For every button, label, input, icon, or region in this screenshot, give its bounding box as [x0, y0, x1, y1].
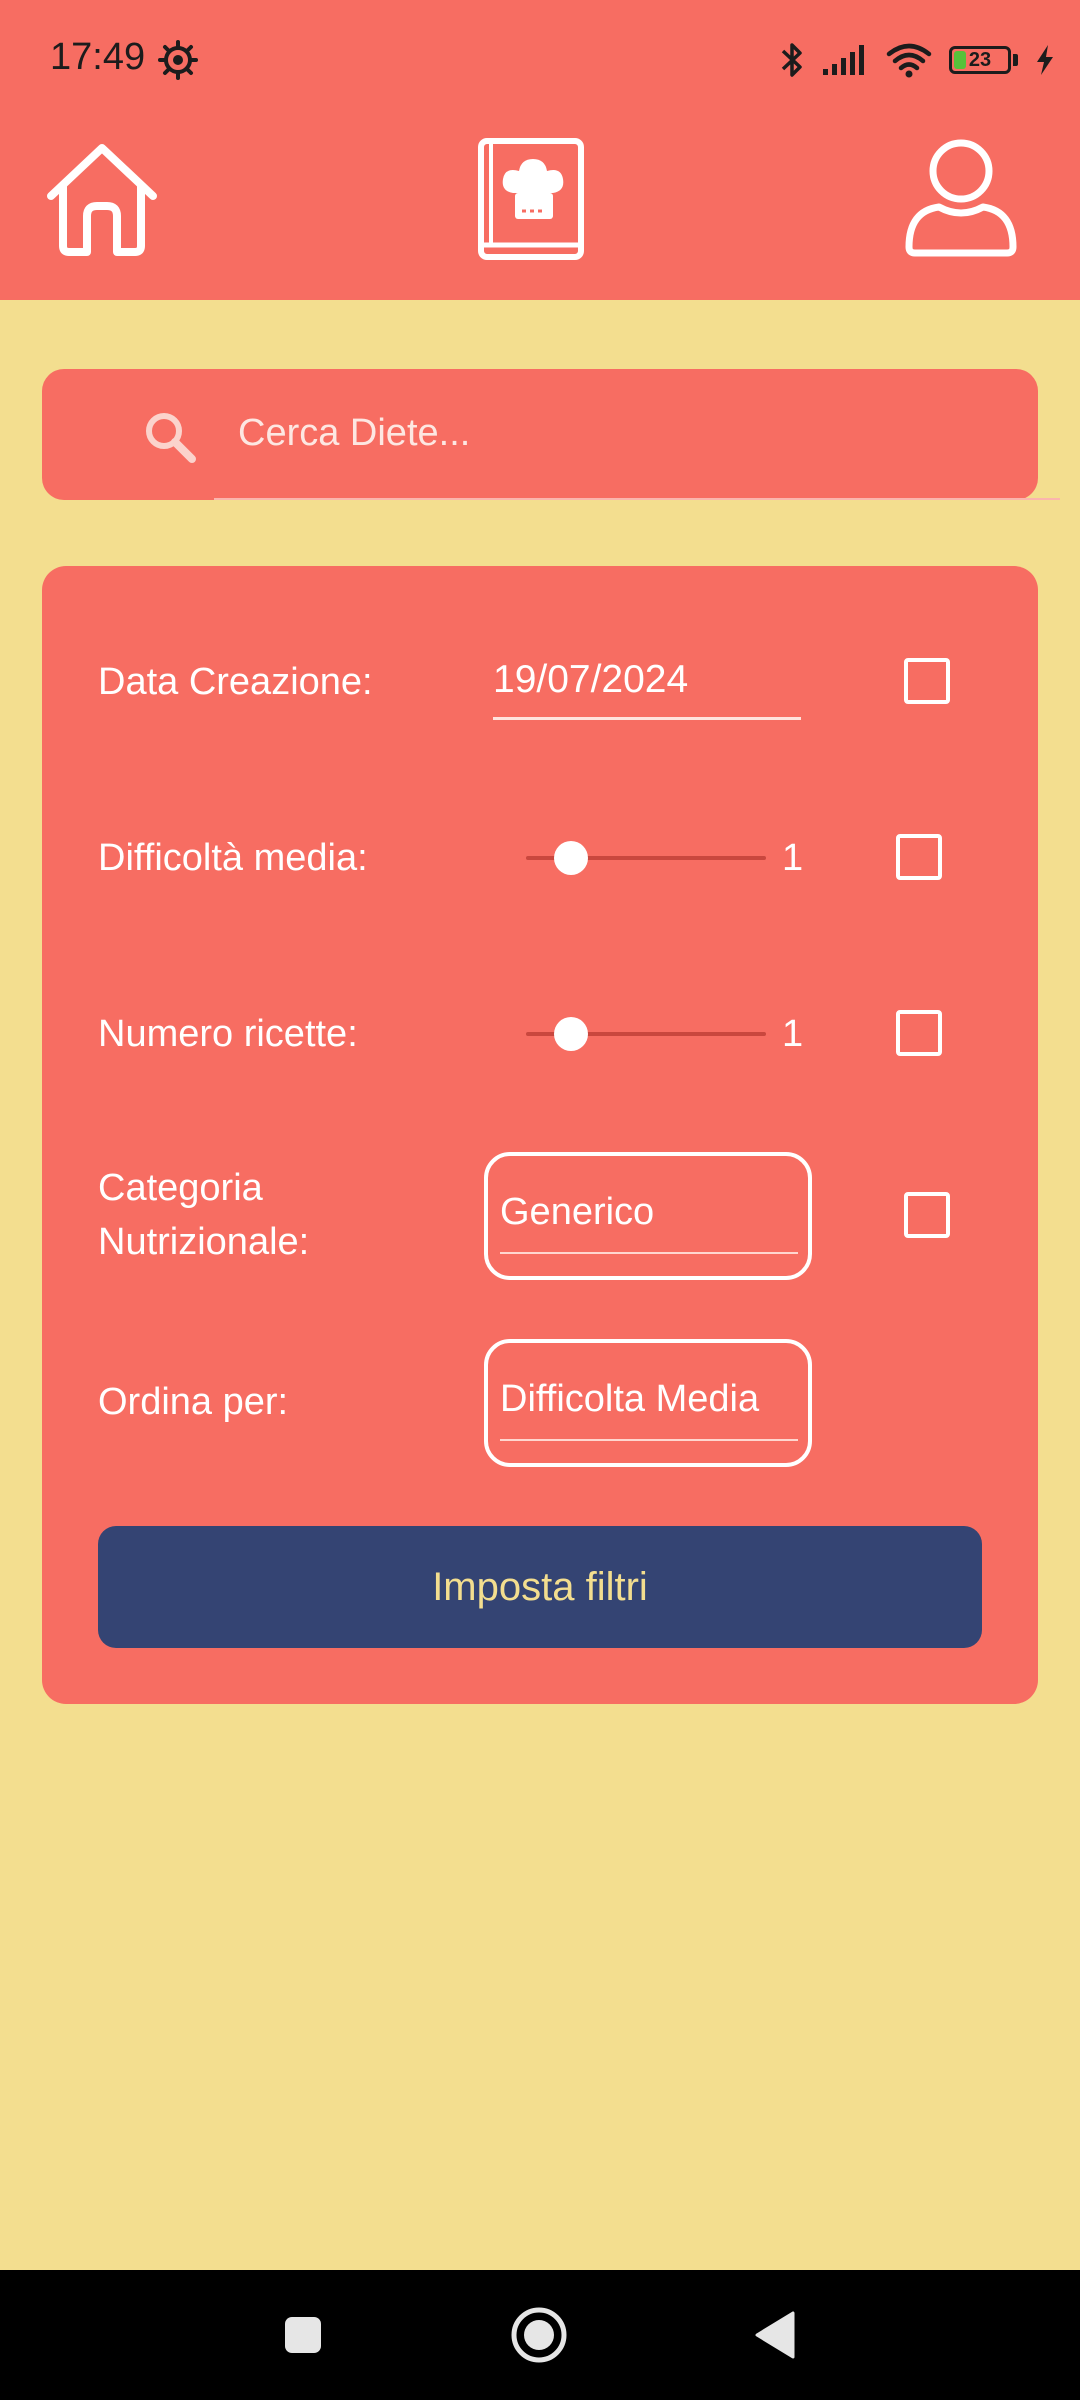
- recipe-book-button[interactable]: [466, 134, 596, 264]
- imposta-filtri-button[interactable]: Imposta filtri: [98, 1526, 982, 1648]
- settings-icon: [158, 40, 198, 80]
- data-creazione-label: Data Creazione:: [98, 661, 373, 703]
- user-icon: [905, 139, 1017, 257]
- numero-ricette-slider-thumb[interactable]: [554, 1017, 588, 1051]
- battery-fill: [954, 51, 966, 69]
- filter-card: Data Creazione: 19/07/2024 Difficoltà me…: [42, 566, 1038, 1704]
- wifi-icon: [886, 43, 932, 78]
- profile-button[interactable]: [896, 134, 1026, 264]
- back-icon: [755, 2311, 795, 2359]
- home-circle-icon: [511, 2307, 567, 2363]
- categoria-nutrizionale-underline: [500, 1252, 798, 1254]
- search-icon: [146, 413, 196, 463]
- nav-header: [0, 120, 1080, 300]
- status-time: 17:49: [50, 36, 146, 78]
- ordina-per-underline: [500, 1439, 798, 1441]
- difficolta-media-slider-thumb[interactable]: [554, 841, 588, 875]
- data-creazione-checkbox[interactable]: [904, 658, 950, 704]
- numero-ricette-label: Numero ricette:: [98, 1013, 358, 1055]
- home-button[interactable]: [37, 134, 167, 264]
- recents-icon: [285, 2317, 321, 2353]
- battery-icon: 23: [949, 46, 1011, 74]
- ordina-per-select[interactable]: Difficolta Media: [484, 1339, 812, 1467]
- categoria-nutrizionale-checkbox[interactable]: [904, 1192, 950, 1238]
- recipe-book-icon: [478, 138, 584, 260]
- back-button[interactable]: [740, 2300, 810, 2370]
- numero-ricette-value: 1: [782, 1013, 804, 1055]
- battery-tip: [1013, 54, 1018, 66]
- categoria-nutrizionale-label-line1: Categoria: [98, 1167, 263, 1209]
- charging-icon: [1037, 45, 1053, 75]
- difficolta-media-checkbox[interactable]: [896, 834, 942, 880]
- data-creazione-field[interactable]: 19/07/2024: [493, 654, 688, 706]
- status-icons: 23: [763, 36, 1056, 84]
- home-icon: [47, 144, 157, 256]
- difficolta-media-value: 1: [782, 837, 804, 879]
- battery-level: 23: [968, 48, 992, 71]
- numero-ricette-checkbox[interactable]: [896, 1010, 942, 1056]
- numero-ricette-slider[interactable]: [526, 1014, 766, 1054]
- categoria-nutrizionale-select[interactable]: Generico: [484, 1152, 812, 1280]
- categoria-nutrizionale-value: Generico: [500, 1191, 655, 1233]
- status-bar: 17:49 23: [0, 0, 1080, 120]
- search-box: [42, 369, 1060, 500]
- bluetooth-icon: [781, 43, 802, 77]
- signal-icon: [823, 45, 864, 75]
- difficolta-media-label: Difficoltà media:: [98, 837, 368, 879]
- categoria-nutrizionale-label-line2: Nutrizionale:: [98, 1221, 310, 1263]
- search-underline: [214, 498, 1060, 500]
- system-nav-bar: [0, 2270, 1080, 2400]
- home-system-button[interactable]: [504, 2300, 574, 2370]
- ordina-per-value: Difficolta Media: [500, 1378, 760, 1420]
- difficolta-media-slider[interactable]: [526, 838, 766, 878]
- search-input[interactable]: [214, 393, 1060, 473]
- data-creazione-underline: [493, 717, 801, 720]
- ordina-per-label: Ordina per:: [98, 1381, 289, 1423]
- recents-button[interactable]: [268, 2300, 338, 2370]
